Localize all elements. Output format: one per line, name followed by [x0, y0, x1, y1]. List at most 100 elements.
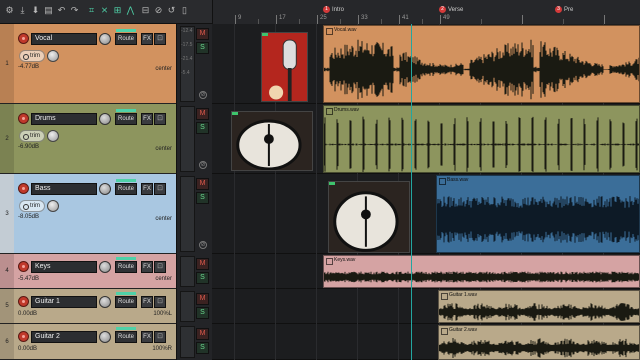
track-name-field[interactable]: Keys — [31, 261, 97, 273]
arrange-view[interactable]: Vocal.wav Drums.wav Bass.wav Keys.wav Guitar… — [212, 24, 640, 360]
marker-intro[interactable]: 1 Intro — [323, 5, 344, 14]
route-button[interactable]: Route — [115, 261, 137, 273]
solo-button[interactable]: S — [196, 192, 209, 204]
media-item[interactable]: Bass.wav — [436, 175, 640, 253]
grid-line — [316, 24, 317, 360]
route-button[interactable]: Route — [115, 33, 137, 45]
waveform — [439, 338, 639, 358]
mute-button[interactable]: M — [196, 258, 209, 270]
marker-pre[interactable]: 3 Pre — [555, 5, 573, 14]
volume-knob[interactable] — [99, 113, 111, 125]
fx-button[interactable]: FX — [141, 33, 153, 45]
envelope-icon[interactable]: ⊡ — [154, 261, 166, 273]
media-item[interactable]: Vocal.wav — [323, 25, 640, 103]
fx-button[interactable]: FX — [141, 183, 153, 195]
envelope-icon[interactable]: ⊡ — [154, 113, 166, 125]
ripple-icon[interactable]: ⨯ — [99, 5, 110, 16]
edit-cursor[interactable] — [411, 24, 412, 360]
fx-button[interactable]: FX — [141, 296, 153, 308]
record-arm-button[interactable] — [18, 261, 29, 272]
track-name-field[interactable]: Bass — [31, 183, 97, 195]
waveform — [324, 116, 639, 172]
record-arm-button[interactable] — [18, 33, 29, 44]
track-name-field[interactable]: Guitar 1 — [31, 296, 97, 308]
marker-label: Pre — [564, 6, 574, 13]
media-item[interactable]: Drums.wav — [323, 105, 640, 173]
track-header-6[interactable]: 6 Guitar 2 Route FX ⊡ 0.00dB 100%R — [0, 324, 176, 360]
media-item[interactable]: Keys.wav — [323, 255, 640, 288]
track-header-3[interactable]: 3 Bass Route FX ⊡ trim -8.05dB center — [0, 174, 176, 254]
trim-button[interactable]: trim — [19, 130, 45, 142]
trim-button[interactable]: trim — [19, 50, 45, 62]
pan-knob[interactable] — [47, 200, 59, 212]
mute-button[interactable]: M — [196, 328, 209, 340]
render-icon[interactable]: ▤ — [43, 5, 54, 16]
route-button[interactable]: Route — [115, 183, 137, 195]
timeline-ruler[interactable]: 9 17 25 33 41 49 1 Intro 2 Verse 3 Pre — [212, 0, 640, 24]
save-icon[interactable]: ⬇ — [30, 5, 41, 16]
video-thumbnail[interactable] — [261, 32, 308, 102]
fx-button[interactable]: FX — [141, 261, 153, 273]
mute-button[interactable]: M — [196, 178, 209, 190]
loop-icon[interactable]: ↺ — [166, 5, 177, 16]
solo-button[interactable]: S — [196, 307, 209, 319]
route-button[interactable]: Route — [115, 331, 137, 343]
track-header-2[interactable]: 2 Drums Route FX ⊡ trim -6.90dB center — [0, 104, 176, 174]
fx-button[interactable]: FX — [141, 331, 153, 343]
solo-button[interactable]: S — [196, 122, 209, 134]
pan-knob[interactable] — [47, 50, 59, 62]
envelope-icon[interactable]: ⊡ — [154, 33, 166, 45]
route-button[interactable]: Route — [115, 296, 137, 308]
track-header-1[interactable]: 1 Vocal Route FX ⊡ trim -4.77dB center — [0, 24, 176, 104]
mute-button[interactable]: M — [196, 28, 209, 40]
bar-label: 25 — [320, 15, 327, 21]
volume-knob[interactable] — [99, 331, 111, 343]
envelope-icon[interactable]: ⊟ — [140, 5, 151, 16]
phase-icon[interactable]: ⊘ — [199, 241, 207, 249]
volume-knob[interactable] — [99, 296, 111, 308]
snap-icon[interactable]: ⌗ — [86, 5, 97, 16]
record-arm-button[interactable] — [18, 296, 29, 307]
import-icon[interactable]: ⤓ — [17, 5, 28, 16]
track-name-field[interactable]: Drums — [31, 113, 97, 125]
group-icon[interactable]: ⋀ — [125, 5, 136, 16]
settings-icon[interactable]: ⚙ — [4, 5, 15, 16]
fx-button[interactable]: FX — [141, 113, 153, 125]
envelope-icon[interactable]: ⊡ — [154, 331, 166, 343]
video-thumbnail[interactable] — [328, 181, 410, 253]
redo-icon[interactable]: ↷ — [69, 5, 80, 16]
envelope-icon[interactable]: ⊡ — [154, 296, 166, 308]
metronome-icon[interactable]: ⊘ — [153, 5, 164, 16]
trim-button[interactable]: trim — [19, 200, 45, 212]
solo-button[interactable]: S — [196, 272, 209, 284]
grid-icon[interactable]: ⊞ — [112, 5, 123, 16]
route-button[interactable]: Route — [115, 113, 137, 125]
media-item[interactable]: Guitar 2.wav — [438, 325, 640, 360]
track-name-field[interactable]: Vocal — [31, 33, 97, 45]
bar-label: 41 — [402, 15, 409, 21]
phase-icon[interactable]: ⊘ — [199, 91, 207, 99]
phase-icon[interactable]: ⊘ — [199, 161, 207, 169]
volume-readout: -5.47dB — [18, 276, 40, 282]
volume-knob[interactable] — [99, 183, 111, 195]
pan-knob[interactable] — [47, 130, 59, 142]
track-header-4[interactable]: 4 Keys Route FX ⊡ -5.47dB center — [0, 254, 176, 289]
mute-button[interactable]: M — [196, 293, 209, 305]
solo-button[interactable]: S — [196, 42, 209, 54]
record-arm-button[interactable] — [18, 113, 29, 124]
mute-button[interactable]: M — [196, 108, 209, 120]
volume-knob[interactable] — [99, 33, 111, 45]
record-arm-button[interactable] — [18, 331, 29, 342]
undo-icon[interactable]: ↶ — [56, 5, 67, 16]
volume-knob[interactable] — [99, 261, 111, 273]
marker-verse[interactable]: 2 Verse — [439, 5, 463, 14]
track-header-5[interactable]: 5 Guitar 1 Route FX ⊡ 0.00dB 100%L — [0, 289, 176, 324]
record-arm-button[interactable] — [18, 183, 29, 194]
track-name-field[interactable]: Guitar 2 — [31, 331, 97, 343]
trim-icon[interactable]: ▯ — [179, 5, 190, 16]
waveform — [437, 196, 639, 243]
video-thumbnail[interactable] — [231, 111, 313, 171]
envelope-icon[interactable]: ⊡ — [154, 183, 166, 195]
media-item[interactable]: Guitar 1.wav — [438, 290, 640, 323]
solo-button[interactable]: S — [196, 342, 209, 354]
